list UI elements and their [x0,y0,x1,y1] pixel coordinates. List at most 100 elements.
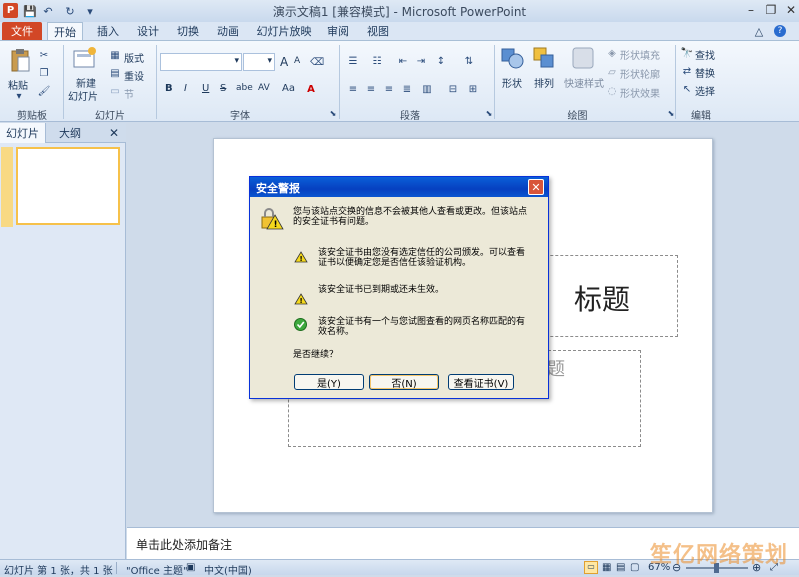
strikethrough-button[interactable]: S [220,83,226,94]
align-text-icon[interactable]: ⊟ [446,83,460,95]
tab-animations[interactable]: 动画 [210,22,246,40]
panel-tabs: 幻灯片 大纲 ✕ [0,123,126,143]
justify-icon[interactable]: ≣ [400,83,414,95]
dialog-title-bar: 安全警报 ✕ [250,177,548,197]
tab-design[interactable]: 设计 [130,22,166,40]
shadow-button[interactable]: abe [236,83,253,93]
tab-outline-panel[interactable]: 大纲 [50,123,90,143]
title-placeholder-text: 标题 [574,283,631,316]
shape-outline-icon[interactable]: ▱ [605,66,619,78]
reading-view-icon[interactable]: ▤ [616,562,625,573]
layout-icon[interactable]: ▦ [108,49,122,61]
slideshow-view-icon[interactable]: ▢ [630,562,639,573]
arrange-button[interactable]: 排列 [534,75,554,90]
line-spacing-icon[interactable]: ↕ [434,55,448,67]
reset-icon[interactable]: ▤ [108,67,122,79]
decrease-indent-icon[interactable]: ⇤ [396,55,410,67]
tab-review[interactable]: 审阅 [320,22,356,40]
replace-button[interactable]: 替换 [695,65,715,80]
char-spacing-button[interactable]: AV [258,83,270,93]
no-button[interactable]: 否(N) [369,374,439,390]
tab-view[interactable]: 视图 [360,22,396,40]
layout-button[interactable]: 版式 [124,50,144,65]
clipboard-group-label: 剪贴板 [17,111,47,122]
cut-icon[interactable]: ✂ [37,49,51,61]
tab-slides-panel[interactable]: 幻灯片 [0,123,46,143]
slide-sorter-icon[interactable]: ▦ [602,562,611,573]
close-panel-icon[interactable]: ✕ [106,125,122,141]
font-color-icon[interactable]: A [304,83,318,95]
select-icon[interactable]: ↖ [680,83,694,95]
font-dialog-launcher-icon[interactable]: ⬊ [326,107,340,119]
title-bar: P 💾 ↶ ↻ ▾ 演示文稿1 [兼容模式] - Microsoft Power… [0,0,799,22]
increase-indent-icon[interactable]: ⇥ [414,55,428,67]
shape-outline-button[interactable]: 形状轮廓 [620,66,660,81]
collapse-ribbon-icon[interactable]: △ [752,22,766,40]
smartart-icon[interactable]: ⊞ [466,83,480,95]
warning-untrusted-line-2: 证书以便确定您是否信任该验证机构。 [318,258,472,268]
help-icon[interactable]: ? [770,22,790,40]
continue-question: 是否继续？ [293,350,339,360]
underline-button[interactable]: U [202,83,209,94]
align-left-icon[interactable]: ≡ [346,83,360,95]
copy-icon[interactable]: ❐ [37,67,51,79]
arrange-icon[interactable] [532,45,556,71]
view-certificate-button[interactable]: 查看证书(V) [448,374,514,390]
svg-text:!: ! [300,297,303,305]
find-icon[interactable]: 🔭 [680,47,694,59]
reset-button[interactable]: 重设 [124,68,144,83]
shape-effects-button[interactable]: 形状效果 [620,85,660,100]
normal-view-icon[interactable]: ▭ [584,561,598,574]
minimize-button[interactable]: – [740,2,762,18]
restore-button[interactable]: ❐ [760,2,782,18]
svg-text:!: ! [300,255,303,263]
align-right-icon[interactable]: ≡ [382,83,396,95]
dialog-title: 安全警报 [256,182,300,195]
font-size-field[interactable]: ▾ [243,53,275,71]
bullets-icon[interactable]: ☰ [346,55,360,67]
yes-button[interactable]: 是(Y) [294,374,364,390]
svg-text:!: ! [274,220,278,230]
grow-font-button[interactable]: A [280,55,288,69]
editing-group-label: 编辑 [691,111,711,122]
bold-button[interactable]: B [165,83,173,94]
paste-dropdown-icon[interactable]: ▾ [12,90,26,102]
select-button[interactable]: 选择 [695,83,715,98]
format-painter-icon[interactable]: 🖌 [37,85,51,97]
shrink-font-button[interactable]: A [294,56,300,66]
shape-fill-icon[interactable]: ◈ [605,47,619,59]
tab-insert[interactable]: 插入 [90,22,126,40]
new-slide-icon[interactable] [72,45,98,71]
find-button[interactable]: 查找 [695,47,715,62]
numbering-icon[interactable]: ☷ [370,55,384,67]
spellcheck-icon[interactable]: ▣ [186,562,195,573]
close-window-button[interactable]: ✕ [780,2,799,18]
section-button[interactable]: 节 [124,86,134,101]
align-center-icon[interactable]: ≡ [364,83,378,95]
clear-format-icon[interactable]: ⌫ [310,56,324,68]
new-slide-label-2[interactable]: 幻灯片 [68,88,98,103]
change-case-button[interactable]: Aa [282,83,295,94]
shapes-button[interactable]: 形状 [502,75,522,90]
tab-file[interactable]: 文件 [2,22,42,40]
text-direction-icon[interactable]: ⇅ [462,55,476,67]
italic-button[interactable]: I [184,83,187,94]
window-title: 演示文稿1 [兼容模式] - Microsoft PowerPoint [272,5,527,19]
replace-icon[interactable]: ⇄ [680,65,694,77]
tab-transitions[interactable]: 切换 [170,22,206,40]
section-icon[interactable]: ▭ [108,85,122,97]
shape-effects-icon[interactable]: ◌ [605,85,619,97]
columns-icon[interactable]: ▥ [420,83,434,95]
tab-home[interactable]: 开始 [47,22,83,40]
quick-styles-button[interactable]: 快速样式 [564,75,604,90]
shape-fill-button[interactable]: 形状填充 [620,47,660,62]
warning-icon: ! [294,293,308,305]
font-name-field[interactable]: ▾ [160,53,242,71]
valid-name-line-2: 效名称。 [318,327,355,337]
dialog-close-button[interactable]: ✕ [528,179,544,195]
paste-icon[interactable] [8,47,32,75]
quick-styles-icon[interactable] [570,45,596,71]
tab-slideshow[interactable]: 幻灯片放映 [253,22,315,40]
slide-thumbnail[interactable] [16,147,120,225]
shapes-icon[interactable] [500,45,524,71]
